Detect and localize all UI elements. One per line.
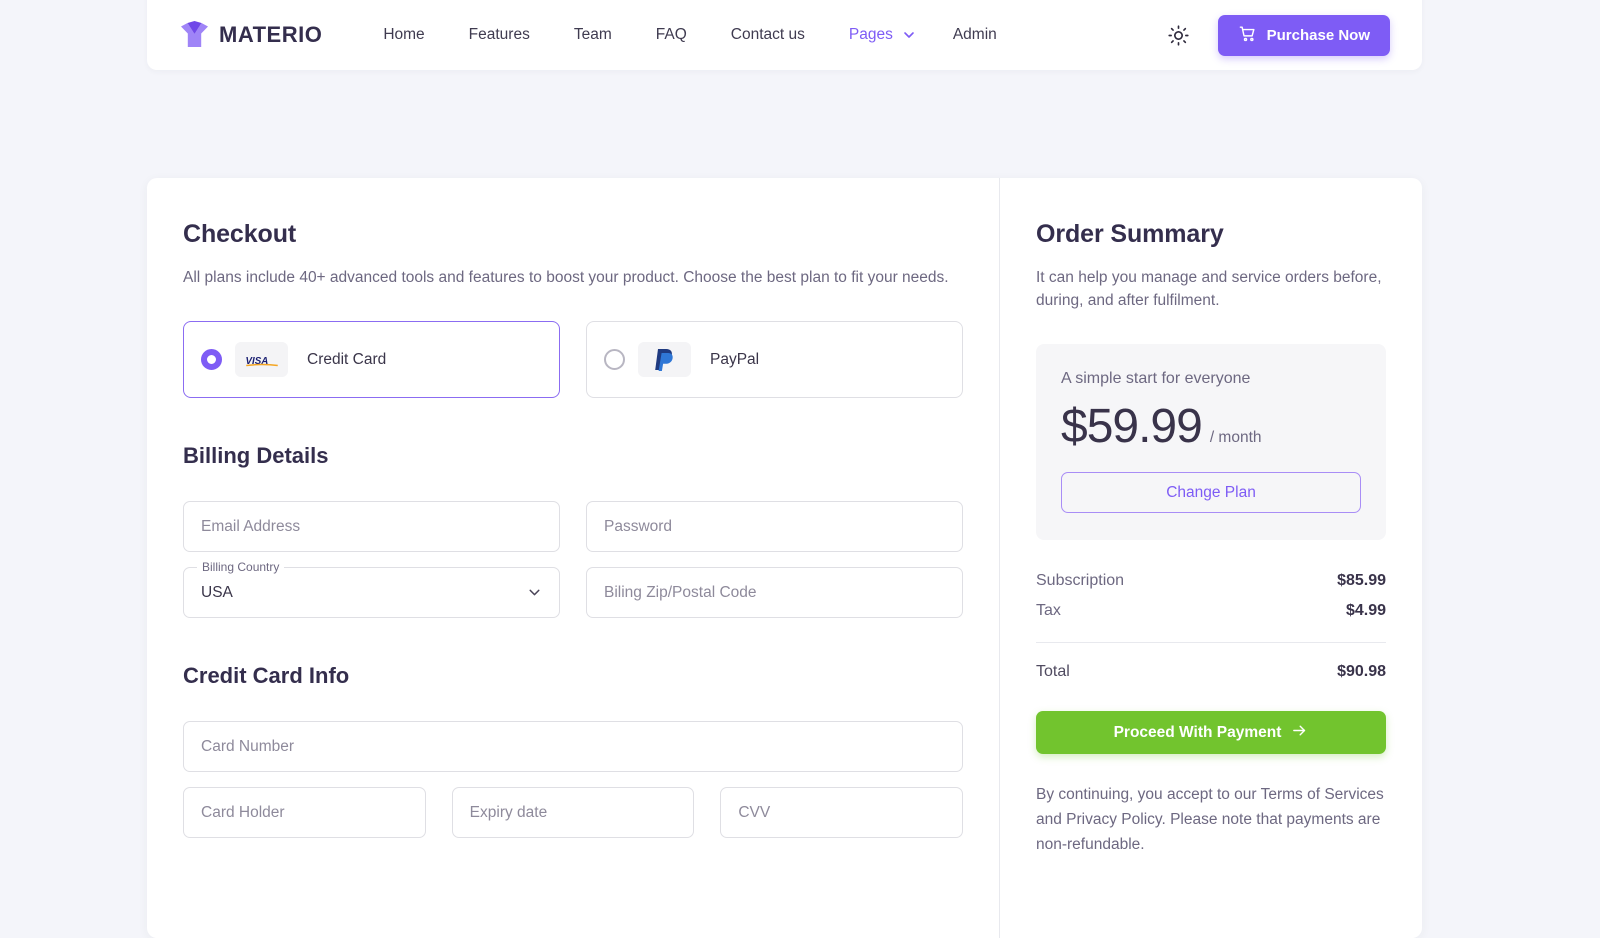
card-holder-placeholder: Card Holder: [201, 803, 285, 821]
brand-logo[interactable]: MATERIO: [181, 21, 322, 49]
shopping-cart-icon: [1238, 24, 1257, 47]
plan-box: A simple start for everyone $59.99 / mon…: [1036, 344, 1386, 540]
billing-zip-placeholder: Biling Zip/Postal Code: [604, 583, 757, 601]
nav-item-contact-us[interactable]: Contact us: [709, 18, 827, 52]
card-row-2: Card Holder Expiry date CVV: [183, 787, 964, 838]
change-plan-button[interactable]: Change Plan: [1061, 472, 1361, 513]
nav-item-admin[interactable]: Admin: [931, 18, 1019, 52]
checkout-card: Checkout All plans include 40+ advanced …: [147, 178, 1422, 938]
expiry-date-field[interactable]: Expiry date: [451, 787, 695, 838]
total-row-tax: Tax $4.99: [1036, 596, 1386, 626]
arrow-right-icon: [1291, 722, 1308, 744]
payment-method-group: VISA Credit Card PayPal: [183, 321, 963, 398]
brand-name: MATERIO: [219, 22, 323, 47]
billing-country-label: Billing Country: [197, 560, 285, 574]
totals-divider: [1036, 642, 1386, 643]
payment-method-credit-card-label: Credit Card: [307, 350, 387, 368]
billing-row-2: Billing Country USA Biling Zip/Postal Co…: [183, 560, 963, 618]
billing-row-1: Email Address Password: [183, 501, 963, 552]
nav-item-team[interactable]: Team: [552, 18, 634, 52]
paypal-logo-icon: [638, 342, 691, 377]
total-amount: $90.98: [1337, 663, 1386, 680]
chevron-down-icon[interactable]: [899, 25, 919, 45]
sun-icon[interactable]: [1162, 18, 1196, 52]
tax-amount: $4.99: [1345, 602, 1386, 619]
purchase-now-label: Purchase Now: [1266, 26, 1370, 44]
email-field-placeholder: Email Address: [201, 517, 301, 535]
password-field-placeholder: Password: [604, 517, 673, 535]
checkout-panel: Checkout All plans include 40+ advanced …: [147, 178, 1000, 938]
email-field[interactable]: Email Address: [183, 501, 560, 552]
card-number-placeholder: Card Number: [201, 737, 295, 755]
card-holder-field[interactable]: Card Holder: [183, 787, 426, 838]
order-summary-title: Order Summary: [1036, 220, 1224, 248]
subscription-amount: $85.99: [1337, 572, 1386, 589]
purchase-now-button[interactable]: Purchase Now: [1217, 14, 1390, 56]
order-summary-panel: Order Summary It can help you manage and…: [1000, 178, 1422, 938]
total-row-subscription: Subscription $85.99: [1036, 566, 1386, 596]
password-field[interactable]: Password: [586, 501, 963, 552]
payment-method-paypal-label: PayPal: [710, 350, 760, 368]
billing-country-select[interactable]: Billing Country USA: [183, 560, 560, 618]
plan-price-amount: $59.99: [1061, 400, 1203, 453]
chevron-down-icon[interactable]: [524, 583, 544, 603]
card-row-1: Card Number: [183, 721, 963, 772]
tax-label: Tax: [1036, 602, 1061, 619]
cvv-placeholder: CVV: [738, 803, 771, 821]
nav-item-home[interactable]: Home: [361, 18, 446, 52]
cvv-field[interactable]: CVV: [720, 787, 964, 838]
credit-card-info-title: Credit Card Info: [183, 663, 350, 688]
visa-logo-icon: VISA: [235, 342, 288, 377]
plan-price-period: / month: [1209, 429, 1262, 446]
checkout-subtitle: All plans include 40+ advanced tools and…: [183, 269, 949, 286]
order-summary-subtitle: It can help you manage and service order…: [1036, 269, 1382, 309]
billing-details-title: Billing Details: [183, 443, 329, 468]
payment-method-paypal[interactable]: PayPal: [586, 321, 963, 398]
nav-links: Home Features Team FAQ Contact us Pages …: [361, 18, 1018, 52]
materio-m-logo-icon: [181, 21, 208, 49]
plan-price-row: $59.99 / month: [1061, 399, 1361, 454]
fine-print-text: By continuing, you accept to our Terms o…: [1036, 786, 1384, 853]
billing-zip-field[interactable]: Biling Zip/Postal Code: [586, 567, 963, 618]
proceed-with-payment-label: Proceed With Payment: [1113, 723, 1282, 741]
nav-item-faq[interactable]: FAQ: [634, 18, 709, 52]
checkout-title: Checkout: [183, 220, 297, 248]
top-navbar: MATERIO Home Features Team FAQ Contact u…: [147, 0, 1422, 70]
card-number-field[interactable]: Card Number: [183, 721, 963, 772]
billing-country-value: USA: [201, 583, 233, 601]
radio-credit-card[interactable]: [201, 349, 222, 370]
nav-item-features[interactable]: Features: [447, 18, 552, 52]
subscription-label: Subscription: [1036, 572, 1125, 589]
expiry-date-placeholder: Expiry date: [469, 803, 548, 821]
radio-paypal[interactable]: [604, 349, 625, 370]
total-row-grand: Total $90.98: [1036, 657, 1386, 687]
total-label: Total: [1036, 663, 1070, 680]
plan-name: A simple start for everyone: [1061, 370, 1251, 387]
nav-item-pages[interactable]: Pages: [827, 18, 899, 52]
totals-list: Subscription $85.99 Tax $4.99 Total $90.…: [1036, 566, 1386, 687]
payment-method-credit-card[interactable]: VISA Credit Card: [183, 321, 560, 398]
proceed-with-payment-button[interactable]: Proceed With Payment: [1036, 711, 1386, 754]
